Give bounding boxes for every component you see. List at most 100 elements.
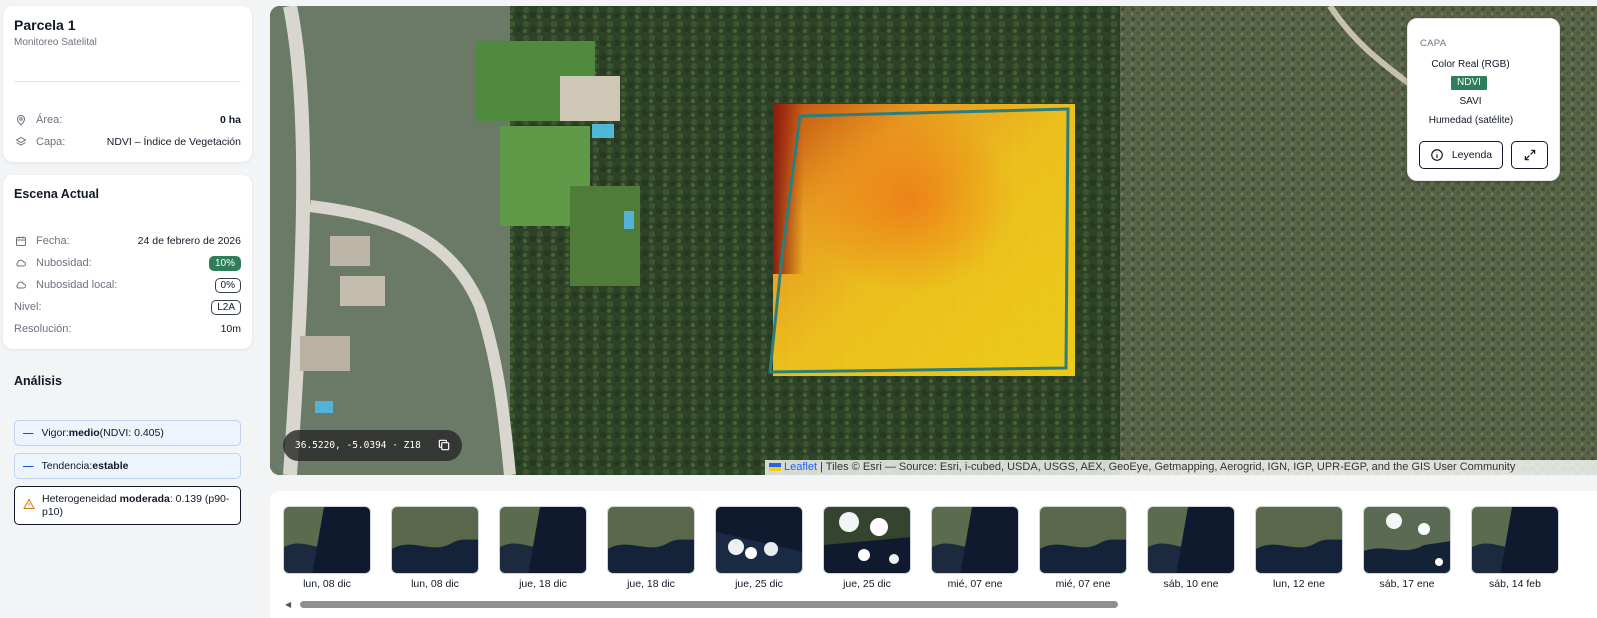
info-icon [1430, 148, 1444, 162]
scene-date: jue, 25 dic [843, 578, 891, 590]
expand-icon [1523, 148, 1537, 162]
scene-date: lun, 08 dic [411, 578, 459, 590]
scroll-left-icon[interactable]: ◀ [285, 600, 291, 609]
leaflet-link[interactable]: Leaflet [784, 461, 817, 473]
heterogeneity-indicator: Heterogeneidad moderada: 0.139 (p90-p10) [14, 486, 241, 525]
coordinates-text: 36.5220, -5.0394 · Z18 [295, 440, 421, 451]
layer-label: Capa: [36, 136, 66, 148]
resolution-value: 10m [220, 323, 241, 335]
area-row: Área: 0 ha [14, 112, 241, 128]
date-row: Fecha: 24 de febrero de 2026 [14, 233, 241, 249]
scene-thumbnail-image [499, 506, 587, 574]
layer-option-rgb[interactable]: Color Real (RGB) [1408, 58, 1533, 72]
copy-icon[interactable] [437, 438, 451, 455]
level-row: Nivel: L2A [14, 299, 241, 315]
area-value: 0 ha [219, 114, 241, 126]
area-label: Área: [36, 114, 63, 126]
warning-triangle-icon [23, 498, 35, 513]
layer-option-savi[interactable]: SAVI [1408, 95, 1533, 109]
trend-prefix: Tendencia: [41, 460, 93, 472]
parcel-card: Parcela 1 Monitoreo Satelital Área: 0 ha… [3, 6, 252, 162]
scene-thumbnail-image [1363, 506, 1451, 574]
analysis-section: Análisis — Vigor: medio (NDVI: 0.405) — … [3, 362, 252, 612]
trend-value: estable [92, 460, 129, 472]
parcel-title: Parcela 1 [14, 17, 76, 33]
scene-date: jue, 18 dic [519, 578, 567, 590]
ukraine-flag-icon [769, 463, 781, 472]
scene-thumbnail-image [391, 506, 479, 574]
scene-thumbnail-image [1471, 506, 1559, 574]
scene-thumbnail[interactable]: lun, 08 dic [391, 506, 479, 590]
scene-date: mié, 07 ene [1055, 578, 1111, 590]
vigor-indicator: — Vigor: medio (NDVI: 0.405) [14, 420, 241, 446]
scene-thumbnail-image [823, 506, 911, 574]
scene-thumbnail[interactable]: sáb, 10 ene [1147, 506, 1235, 590]
scene-thumbnail[interactable]: lun, 08 dic [283, 506, 371, 590]
map-attribution: Leaflet | Tiles © Esri — Source: Esri, i… [765, 460, 1597, 475]
scene-thumbnail-image [931, 506, 1019, 574]
divider [14, 81, 241, 82]
parcel-subtitle: Monitoreo Satelital [14, 37, 97, 48]
layer-option-ndvi[interactable]: NDVI [1451, 76, 1487, 90]
scene-date: jue, 25 dic [735, 578, 783, 590]
scene-thumbnail[interactable]: jue, 18 dic [607, 506, 695, 590]
heterogeneity-value: moderada [119, 492, 170, 505]
scene-card: Escena Actual Fecha: 24 de febrero de 20… [3, 175, 252, 349]
heterogeneity-text: Heterogeneidad moderada: 0.139 (p90-p10) [42, 493, 232, 519]
scene-timeline: lun, 08 dic lun, 08 dic jue, 18 dic jue, 18… [270, 491, 1597, 618]
trend-indicator: — Tendencia: estable [14, 453, 241, 479]
date-value: 24 de febrero de 2026 [137, 235, 241, 247]
scene-thumbnail[interactable]: jue, 25 dic [823, 506, 911, 590]
scene-title: Escena Actual [14, 187, 99, 201]
scene-thumbnail-image [1039, 506, 1127, 574]
level-badge: L2A [211, 299, 241, 315]
cloud-icon [14, 256, 28, 270]
scene-thumbnail[interactable]: jue, 25 dic [715, 506, 803, 590]
resolution-label: Resolución: [14, 323, 72, 335]
scene-date: lun, 12 ene [1273, 578, 1325, 590]
scene-thumbnail-image [283, 506, 371, 574]
layers-icon [14, 135, 28, 149]
satellite-imagery [270, 6, 1597, 475]
scene-date: sáb, 14 feb [1489, 578, 1541, 590]
scene-date: sáb, 10 ene [1163, 578, 1219, 590]
layer-value: NDVI – Índice de Vegetación [106, 136, 241, 148]
analysis-title: Análisis [14, 374, 62, 388]
scene-thumbnail[interactable]: jue, 18 dic [499, 506, 587, 590]
local-cloud-badge: 0% [214, 277, 241, 293]
scene-thumbnail[interactable]: mié, 07 ene [1039, 506, 1127, 590]
horizontal-scrollbar[interactable] [300, 601, 1118, 608]
scene-date: jue, 18 dic [627, 578, 675, 590]
scene-thumbnail-image [1147, 506, 1235, 574]
cloud-row: Nubosidad: 10% [14, 255, 241, 271]
scene-date: lun, 08 dic [303, 578, 351, 590]
local-cloud-row: Nubosidad local: 0% [14, 277, 241, 293]
scene-date: mié, 07 ene [947, 578, 1003, 590]
level-label: Nivel: [14, 301, 42, 313]
scene-thumbnail-image [1255, 506, 1343, 574]
vigor-value: medio [68, 427, 100, 439]
layer-option-humidity[interactable]: Humedad (satélite) [1416, 114, 1526, 128]
map-pin-icon [14, 113, 28, 127]
scene-thumbnail[interactable]: lun, 12 ene [1255, 506, 1343, 590]
scene-thumbnail-image [715, 506, 803, 574]
fullscreen-button[interactable] [1511, 141, 1548, 169]
date-label: Fecha: [36, 235, 70, 247]
dash-icon: — [23, 427, 34, 439]
legend-label: Leyenda [1451, 149, 1493, 161]
vigor-suffix: (NDVI: 0.405) [99, 427, 164, 439]
layer-row: Capa: NDVI – Índice de Vegetación [14, 134, 241, 150]
scene-thumbnail[interactable]: mié, 07 ene [931, 506, 1019, 590]
dash-icon: — [23, 460, 34, 472]
scene-thumbnail[interactable]: sáb, 17 ene [1363, 506, 1451, 590]
map-view[interactable]: CAPA Color Real (RGB) NDVI SAVI Humedad … [270, 6, 1597, 475]
cloud-icon [14, 278, 28, 292]
calendar-icon [14, 234, 28, 248]
heterogeneity-prefix: Heterogeneidad [42, 492, 120, 505]
scene-thumbnail[interactable]: sáb, 14 feb [1471, 506, 1559, 590]
vigor-prefix: Vigor: [41, 427, 69, 439]
legend-button[interactable]: Leyenda [1419, 141, 1503, 169]
scene-thumbnail-image [607, 506, 695, 574]
layer-panel: CAPA Color Real (RGB) NDVI SAVI Humedad … [1407, 18, 1560, 181]
coordinates-display: 36.5220, -5.0394 · Z18 [283, 430, 462, 461]
